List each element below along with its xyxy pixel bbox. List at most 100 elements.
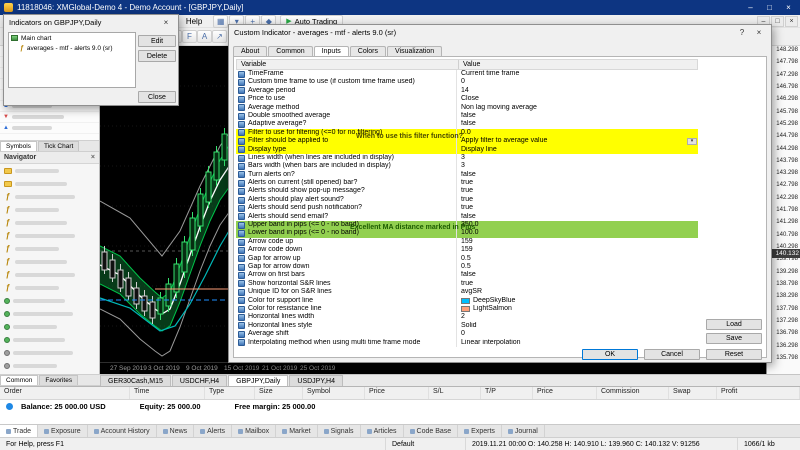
navigator-item[interactable] [0,359,99,372]
dropdown-arrow-icon[interactable]: ▾ [687,138,697,145]
param-row[interactable]: Horizontal lines width2 [236,313,698,321]
terminal-tab-account-history[interactable]: Account History [88,425,157,437]
reset-button[interactable]: Reset [706,349,762,360]
param-row[interactable]: Turn alerts on?false [236,171,698,179]
param-value[interactable]: true [456,179,698,187]
chart-tab-usdjpy-h4[interactable]: USDJPY,H4 [289,375,343,386]
param-value[interactable]: 3 [456,154,698,162]
param-value[interactable]: false [456,213,698,221]
param-row[interactable]: Custom time frame to use (if custom time… [236,78,698,86]
param-value[interactable]: true [456,280,698,288]
terminal-tab-market[interactable]: Market [276,425,317,437]
terminal-tab-news[interactable]: News [157,425,195,437]
param-row[interactable]: Alerts should send push notification?tru… [236,204,698,212]
param-value[interactable]: avgSR [456,288,698,296]
param-value[interactable]: Apply filter to average value▾ [456,137,698,145]
param-value[interactable]: DeepSkyBlue [456,297,698,305]
close-button[interactable]: × [781,2,796,14]
date-axis[interactable]: 27 Sep 20193 Oct 20199 Oct 201915 Oct 20… [100,362,766,374]
navigator-item[interactable] [0,294,99,307]
param-row[interactable]: Alerts should send email?false [236,213,698,221]
param-value[interactable]: true [456,196,698,204]
status-profile[interactable]: Default [386,438,466,450]
navigator-item[interactable] [0,333,99,346]
navigator-item[interactable]: ƒ [0,203,99,216]
param-value[interactable]: 0 [456,78,698,86]
param-row[interactable]: Bars width (when bars are included in di… [236,162,698,170]
param-value[interactable]: Solid [456,322,698,330]
param-value[interactable]: true [456,187,698,195]
navigator-item[interactable] [0,307,99,320]
close-dialog-button[interactable]: Close [138,91,176,103]
navigator-item[interactable]: ƒ [0,229,99,242]
market-watch-row[interactable]: ▼ [0,112,99,123]
param-value[interactable]: 3 [456,162,698,170]
terminal-tab-alerts[interactable]: Alerts [194,425,232,437]
load-button[interactable]: Load [706,319,762,330]
indicators-list[interactable]: Main chart ƒ averages - mtf - alerts 9.0… [8,32,136,88]
indicators-dialog-close-icon[interactable]: × [159,17,173,29]
param-value[interactable]: 100.0 [456,229,698,237]
param-value[interactable]: false [456,112,698,120]
param-row[interactable]: Average shift0 [236,330,698,338]
param-row[interactable]: Arrow code down159 [236,246,698,254]
tab-about[interactable]: About [233,46,267,56]
save-button[interactable]: Save [706,333,762,344]
tab-colors[interactable]: Colors [350,46,386,56]
chart-tab-gbpjpy-daily[interactable]: GBPJPY,Daily [228,375,288,386]
param-value[interactable]: 159 [456,238,698,246]
terminal-tab-exposure[interactable]: Exposure [38,425,88,437]
chart-close-button[interactable]: × [785,16,798,27]
param-value[interactable]: 0 [456,330,698,338]
param-row[interactable]: Filter should be applied toApply filter … [236,137,698,145]
param-value[interactable]: false [456,171,698,179]
param-row[interactable]: Alerts should play alert sound?true [236,196,698,204]
terminal-tab-articles[interactable]: Articles [361,425,404,437]
param-value[interactable]: LightSalmon [456,305,698,313]
arrow-object-icon[interactable]: ↗ [212,30,227,43]
param-value[interactable]: true [456,204,698,212]
variable-column-header[interactable]: Variable [237,60,459,69]
param-value[interactable]: 350.0 [456,221,698,229]
terminal-tab-trade[interactable]: Trade [0,425,38,437]
param-row[interactable]: Alerts should show pop-up message?true [236,187,698,195]
param-value[interactable]: Linear interpolation [456,339,698,347]
param-row[interactable]: Color for support lineDeepSkyBlue [236,297,698,305]
tab-common[interactable]: Common [268,46,312,56]
chart-tab-usdchf-h4[interactable]: USDCHF,H4 [172,375,227,386]
param-row[interactable]: TimeFrameCurrent time frame [236,70,698,78]
param-row[interactable]: Show horizontal S&R linestrue [236,280,698,288]
navigator-tab-favorites[interactable]: Favorites [39,375,78,385]
param-row[interactable]: Price to useClose [236,95,698,103]
navigator-item[interactable] [0,320,99,333]
param-row[interactable]: Average period14 [236,87,698,95]
cancel-button[interactable]: Cancel [644,349,700,360]
chart-restore-button[interactable]: □ [771,16,784,27]
navigator-item[interactable]: ƒ [0,281,99,294]
param-value[interactable]: false [456,271,698,279]
dialog-help-icon[interactable]: ? [735,27,749,39]
navigator-item[interactable]: ƒ [0,255,99,268]
navigator-item[interactable]: ƒ [0,190,99,203]
dialog-close-icon[interactable]: × [752,27,766,39]
param-value[interactable]: Current time frame [456,70,698,78]
navigator-item[interactable] [0,164,99,177]
param-row[interactable]: Gap for arrow up0.5 [236,255,698,263]
market-watch-row[interactable]: ▲ [0,123,99,134]
param-value[interactable]: Display line [456,146,698,154]
terminal-tab-journal[interactable]: Journal [502,425,545,437]
market-watch-tab-tick-chart[interactable]: Tick Chart [38,141,79,151]
navigator-item[interactable]: ƒ [0,216,99,229]
fibonacci-icon[interactable]: F [182,30,197,43]
param-row[interactable]: Display typeDisplay line [236,146,698,154]
param-row[interactable]: Unique ID for on S&R linesavgSR [236,288,698,296]
param-row[interactable]: Arrow on first barsfalse [236,271,698,279]
navigator-item[interactable] [0,177,99,190]
param-row[interactable]: Gap for arrow down0.5 [236,263,698,271]
new-chart-icon[interactable]: ▦ [213,15,228,28]
param-row[interactable]: Alerts on current (still opened) bar?tru… [236,179,698,187]
param-value[interactable]: 159 [456,246,698,254]
navigator-item[interactable]: ƒ [0,242,99,255]
navigator-close-icon[interactable]: × [91,154,95,161]
param-row[interactable]: Arrow code up159 [236,238,698,246]
